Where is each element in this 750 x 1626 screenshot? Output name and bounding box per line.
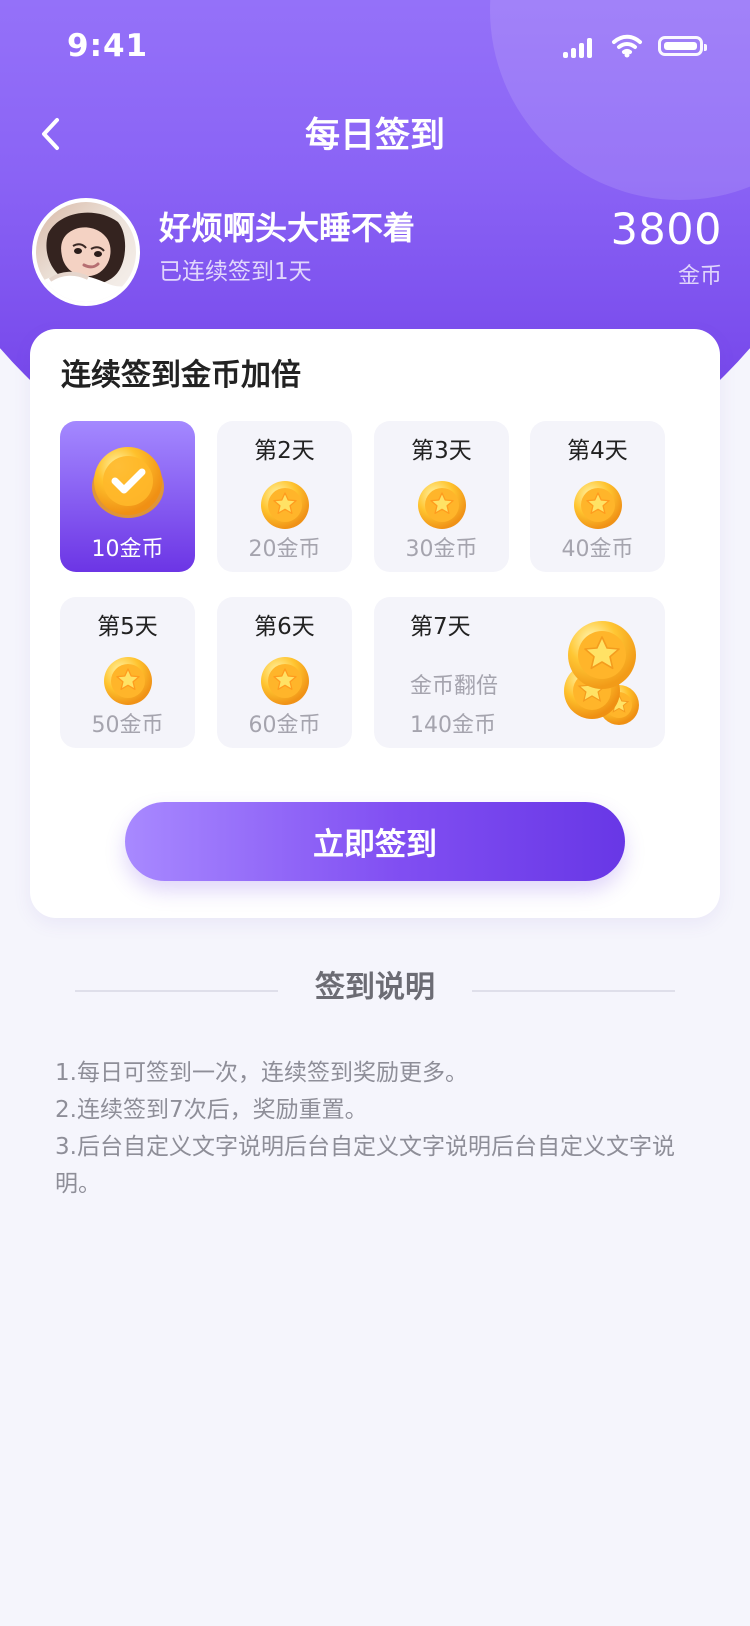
nickname: 好烦啊头大睡不着 (159, 209, 416, 247)
rule-item: 1.每日可签到一次，连续签到奖励更多。 (55, 1060, 468, 1086)
status-icons (563, 31, 720, 59)
rules-list: 1.每日可签到一次，连续签到奖励更多。 2.连续签到7次后，奖励重置。 3.后台… (55, 1055, 705, 1203)
day-2-reward[interactable]: 第2天 20金币 (217, 421, 352, 572)
coin-unit: 金币 (677, 264, 722, 289)
rules-title: 签到说明 (315, 970, 435, 1005)
day-6-reward[interactable]: 第6天 60金币 (217, 597, 352, 748)
streak-text: 已连续签到1天 (159, 259, 312, 285)
profile-summary: 好烦啊头大睡不着 已连续签到1天 3800 金币 (32, 198, 722, 306)
user-avatar (36, 202, 136, 302)
battery-icon (658, 36, 707, 56)
battery-level (664, 42, 697, 50)
coin-total: 3800 (610, 205, 722, 255)
day-5-reward-label: 50金币 (91, 713, 164, 738)
day-7-label: 第7天 (410, 614, 471, 640)
day-5-label: 第5天 (97, 614, 158, 640)
avatar[interactable] (32, 198, 140, 306)
star-coin-icon (260, 657, 309, 705)
day-6-reward-label: 60金币 (248, 713, 321, 738)
day-2-label: 第2天 (254, 438, 315, 464)
day-7-bonus-label: 金币翻倍 (410, 674, 499, 699)
day-4-reward-label: 40金币 (561, 537, 634, 562)
rule-item: 3.后台自定义文字说明后台自定义文字说明后台自定义文字说明。 (55, 1134, 675, 1197)
rules-divider-right (472, 990, 675, 992)
checkin-card: 连续签到金币加倍 10金币 第2天 20金币 第3天 30金币 第4天 40金币… (30, 329, 720, 918)
day-1-reward-label: 10金币 (91, 537, 164, 562)
signal-icon (563, 38, 597, 58)
status-time: 9:41 (67, 28, 149, 64)
day-1-reward[interactable]: 10金币 (60, 421, 195, 572)
rules-header: 签到说明 (75, 966, 675, 1012)
day-6-label: 第6天 (254, 614, 315, 640)
day-4-label: 第4天 (567, 438, 628, 464)
rule-item: 2.连续签到7次后，奖励重置。 (55, 1097, 368, 1123)
day-3-reward[interactable]: 第3天 30金币 (374, 421, 509, 572)
checked-coin-icon (91, 447, 164, 518)
day-3-reward-label: 30金币 (405, 537, 478, 562)
star-coin-icon (573, 481, 622, 529)
checkin-button[interactable]: 立即签到 (125, 802, 625, 881)
status-bar: 9:41 (0, 0, 750, 90)
star-coin-icon (260, 481, 309, 529)
day-7-reward[interactable]: 第7天 金币翻倍 140金币 (374, 597, 665, 748)
day-5-reward[interactable]: 第5天 50金币 (60, 597, 195, 748)
star-coin-icon (417, 481, 466, 529)
day-4-reward[interactable]: 第4天 40金币 (530, 421, 665, 572)
wifi-icon (612, 34, 642, 58)
day-2-reward-label: 20金币 (248, 537, 321, 562)
daily-checkin-page: 9:41 每日签到 好烦啊头大睡不着 已连续签到1天 3800 金币 连续签到金… (0, 0, 750, 1626)
day-3-label: 第3天 (411, 438, 472, 464)
star-coin-icon (103, 657, 152, 705)
day-7-reward-label: 140金币 (410, 713, 496, 738)
coin-stack-icon (558, 621, 648, 733)
checkin-card-title: 连续签到金币加倍 (61, 358, 301, 393)
page-title: 每日签到 (304, 116, 445, 156)
coin-stack-svg (564, 621, 639, 725)
